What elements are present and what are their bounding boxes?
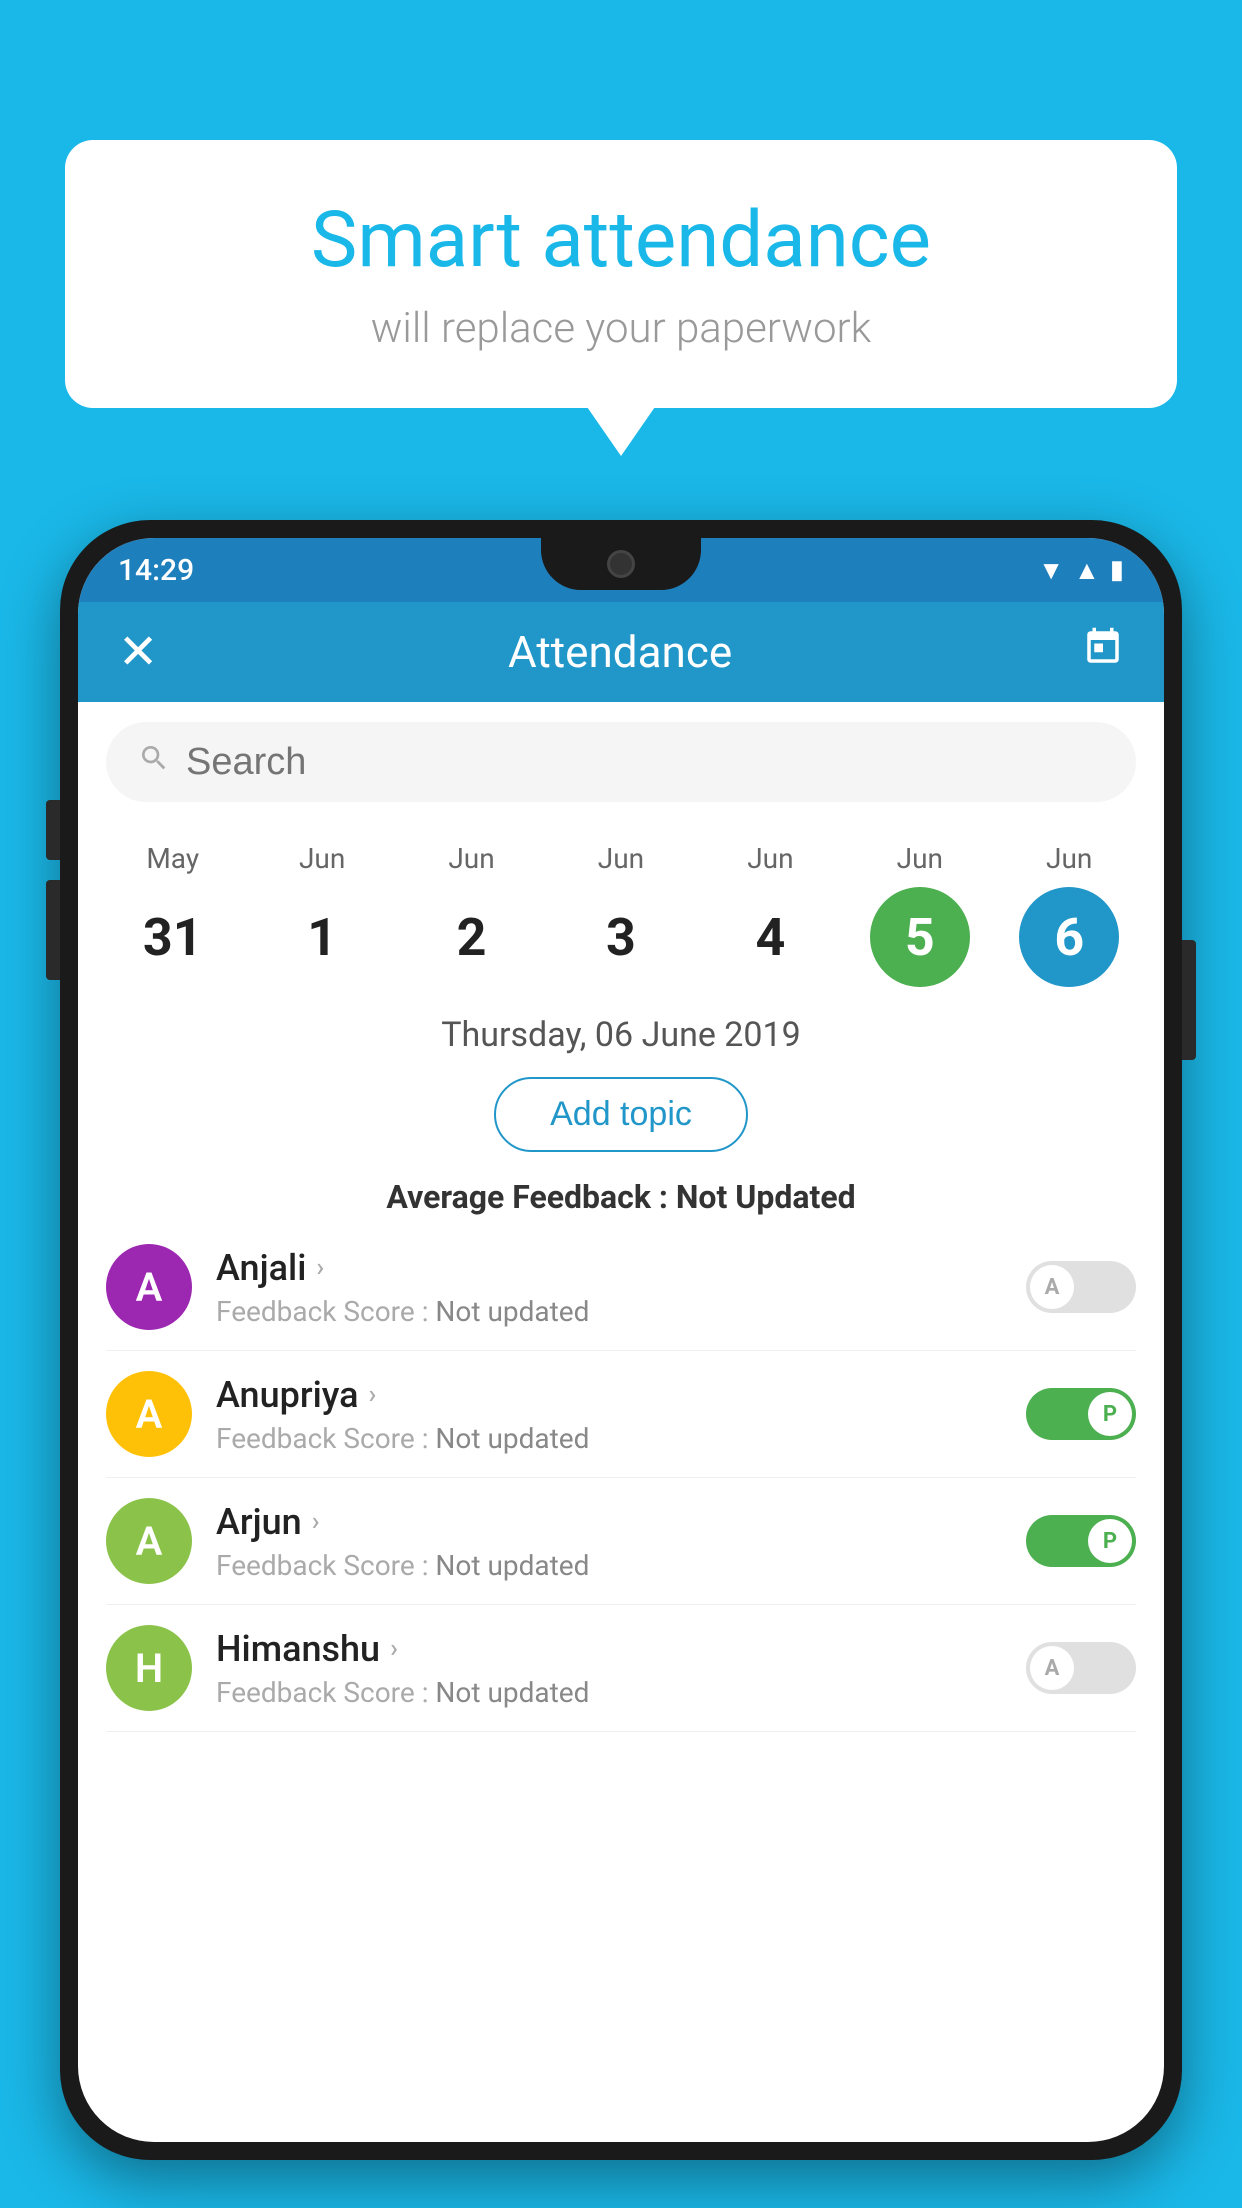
phone-outer: 14:29 ▼ ▲ ▮ ✕ Attendance xyxy=(60,520,1182,2160)
day-month-label: Jun xyxy=(897,842,943,875)
battery-icon: ▮ xyxy=(1110,555,1124,585)
student-info: Himanshu › Feedback Score : Not updated xyxy=(216,1628,1010,1709)
day-number-label: 4 xyxy=(720,887,820,987)
calendar-strip: May 31 Jun 1 Jun 2 Jun 3 Jun 4 Jun 5 Jun 6 xyxy=(78,822,1164,997)
student-avatar: A xyxy=(106,1244,192,1330)
student-info: Arjun › Feedback Score : Not updated xyxy=(216,1501,1010,1582)
add-topic-section: Add topic xyxy=(78,1077,1164,1152)
chevron-right-icon: › xyxy=(369,1380,377,1410)
speech-bubble-subtitle: will replace your paperwork xyxy=(125,304,1117,353)
app-header: ✕ Attendance xyxy=(78,602,1164,702)
calendar-day[interactable]: Jun 5 xyxy=(855,842,985,987)
volume-up-button xyxy=(46,800,60,860)
search-bar[interactable] xyxy=(106,722,1136,802)
calendar-button[interactable] xyxy=(1082,626,1124,678)
student-avatar: H xyxy=(106,1625,192,1711)
attendance-toggle[interactable]: P xyxy=(1026,1388,1136,1440)
student-name[interactable]: Himanshu › xyxy=(216,1628,1010,1670)
toggle-knob: A xyxy=(1030,1265,1074,1309)
speech-bubble-title: Smart attendance xyxy=(125,195,1117,286)
toggle-knob: P xyxy=(1088,1519,1132,1563)
search-icon xyxy=(138,741,170,783)
feedback-avg-label: Average Feedback : xyxy=(386,1178,675,1216)
day-number-label: 31 xyxy=(123,887,223,987)
chevron-right-icon: › xyxy=(390,1634,398,1664)
day-month-label: May xyxy=(146,842,199,875)
calendar-day[interactable]: May 31 xyxy=(108,842,238,987)
student-item: A Arjun › Feedback Score : Not updated P xyxy=(106,1478,1136,1605)
student-name[interactable]: Anjali › xyxy=(216,1247,1010,1289)
student-name[interactable]: Arjun › xyxy=(216,1501,1010,1543)
volume-down-button xyxy=(46,880,60,940)
student-name[interactable]: Anupriya › xyxy=(216,1374,1010,1416)
signal-icon: ▲ xyxy=(1074,555,1100,586)
day-number-label: 3 xyxy=(571,887,671,987)
day-number-label: 2 xyxy=(422,887,522,987)
day-month-label: Jun xyxy=(1046,842,1092,875)
attendance-toggle-container: A xyxy=(1026,1642,1136,1694)
speech-bubble: Smart attendance will replace your paper… xyxy=(65,140,1177,408)
student-feedback-label: Feedback Score : Not updated xyxy=(216,1676,1010,1709)
student-item: A Anupriya › Feedback Score : Not updated P xyxy=(106,1351,1136,1478)
attendance-toggle-container: A xyxy=(1026,1261,1136,1313)
page-title: Attendance xyxy=(508,626,732,678)
attendance-toggle[interactable]: P xyxy=(1026,1515,1136,1567)
wifi-icon: ▼ xyxy=(1038,555,1064,586)
day-number-label: 5 xyxy=(870,887,970,987)
student-item: H Himanshu › Feedback Score : Not updated A xyxy=(106,1605,1136,1732)
day-month-label: Jun xyxy=(598,842,644,875)
day-number-label: 6 xyxy=(1019,887,1119,987)
add-topic-button[interactable]: Add topic xyxy=(494,1077,748,1152)
attendance-toggle-container: P xyxy=(1026,1388,1136,1440)
calendar-day[interactable]: Jun 1 xyxy=(257,842,387,987)
chevron-right-icon: › xyxy=(316,1253,324,1283)
calendar-day[interactable]: Jun 6 xyxy=(1004,842,1134,987)
attendance-toggle[interactable]: A xyxy=(1026,1261,1136,1313)
status-time: 14:29 xyxy=(118,553,194,588)
day-number-label: 1 xyxy=(272,887,372,987)
attendance-toggle[interactable]: A xyxy=(1026,1642,1136,1694)
search-input[interactable] xyxy=(186,741,1104,784)
calendar-day[interactable]: Jun 4 xyxy=(705,842,835,987)
student-feedback-label: Feedback Score : Not updated xyxy=(216,1422,1010,1455)
student-list: AAnjali ›Feedback Score : Not updatedAAA… xyxy=(78,1224,1164,1732)
average-feedback: Average Feedback : Not Updated xyxy=(78,1164,1164,1224)
day-month-label: Jun xyxy=(299,842,345,875)
feedback-avg-value: Not Updated xyxy=(676,1178,856,1216)
student-info: Anjali › Feedback Score : Not updated xyxy=(216,1247,1010,1328)
phone-notch xyxy=(541,538,701,590)
phone-mockup: 14:29 ▼ ▲ ▮ ✕ Attendance xyxy=(60,520,1182,2160)
attendance-toggle-container: P xyxy=(1026,1515,1136,1567)
speech-bubble-container: Smart attendance will replace your paper… xyxy=(65,140,1177,408)
toggle-knob: P xyxy=(1088,1392,1132,1436)
front-camera xyxy=(607,550,635,578)
calendar-day[interactable]: Jun 2 xyxy=(407,842,537,987)
student-feedback-label: Feedback Score : Not updated xyxy=(216,1295,1010,1328)
close-button[interactable]: ✕ xyxy=(118,628,158,676)
selected-date-label: Thursday, 06 June 2019 xyxy=(78,997,1164,1065)
student-info: Anupriya › Feedback Score : Not updated xyxy=(216,1374,1010,1455)
day-month-label: Jun xyxy=(747,842,793,875)
student-avatar: A xyxy=(106,1371,192,1457)
student-avatar: A xyxy=(106,1498,192,1584)
day-month-label: Jun xyxy=(448,842,494,875)
student-feedback-label: Feedback Score : Not updated xyxy=(216,1549,1010,1582)
chevron-right-icon: › xyxy=(312,1507,320,1537)
status-icons: ▼ ▲ ▮ xyxy=(1038,555,1124,586)
student-item: A Anjali › Feedback Score : Not updated A xyxy=(106,1224,1136,1351)
phone-screen: 14:29 ▼ ▲ ▮ ✕ Attendance xyxy=(78,538,1164,2142)
calendar-day[interactable]: Jun 3 xyxy=(556,842,686,987)
toggle-knob: A xyxy=(1030,1646,1074,1690)
